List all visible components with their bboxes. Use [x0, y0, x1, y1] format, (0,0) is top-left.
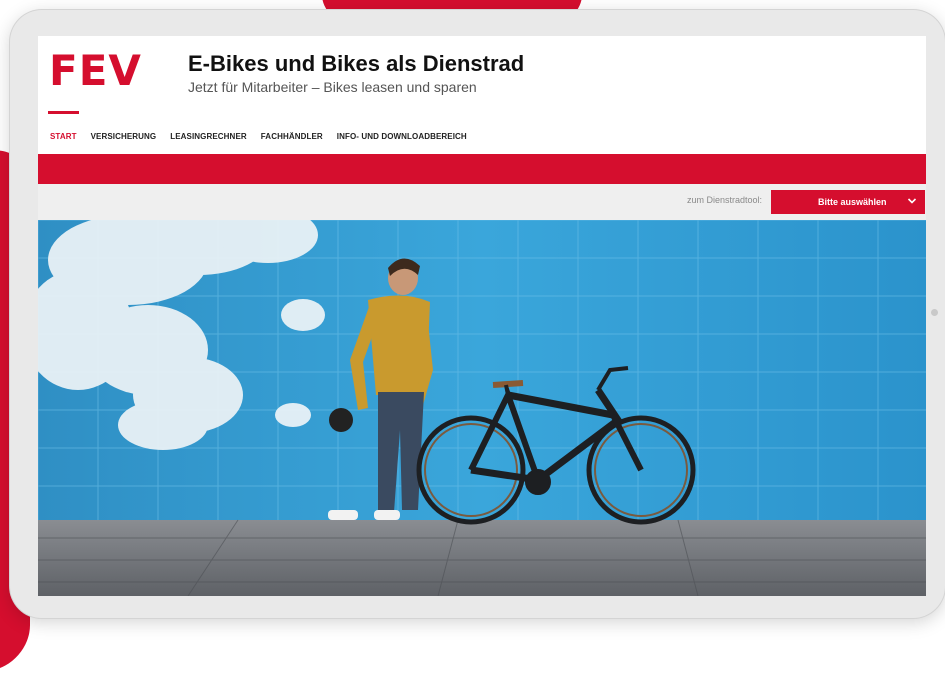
- dienstradtool-label: zum Dienstradtool:: [686, 195, 762, 205]
- nav-item-fachhaendler[interactable]: FACHHÄNDLER: [261, 132, 323, 141]
- fev-logo[interactable]: FEV: [49, 48, 142, 94]
- dienstradtool-bar: zum Dienstradtool: Bitte auswählen: [38, 184, 926, 220]
- select-value: Bitte auswählen: [818, 197, 887, 207]
- tablet-home-dot: [931, 309, 938, 316]
- logo-underline: [48, 111, 79, 114]
- nav-item-info-download[interactable]: INFO- UND DOWNLOADBEREICH: [337, 132, 467, 141]
- red-banner-band: [38, 154, 926, 184]
- nav-item-leasingrechner[interactable]: LEASINGRECHNER: [170, 132, 247, 141]
- website-screen: FEV E-Bikes und Bikes als Dienstrad Jetz…: [38, 36, 926, 596]
- page-subtitle: Jetzt für Mitarbeiter – Bikes leasen und…: [188, 79, 477, 95]
- dienstradtool-select[interactable]: Bitte auswählen: [771, 190, 925, 214]
- nav-item-versicherung[interactable]: VERSICHERUNG: [91, 132, 157, 141]
- chevron-down-icon: [907, 198, 917, 204]
- main-navigation: START VERSICHERUNG LEASINGRECHNER FACHHÄ…: [50, 132, 481, 141]
- hero-image: [38, 220, 926, 596]
- nav-item-start[interactable]: START: [50, 132, 77, 141]
- hero-photo-illustration: [38, 220, 926, 596]
- page-title: E-Bikes und Bikes als Dienstrad: [188, 51, 525, 76]
